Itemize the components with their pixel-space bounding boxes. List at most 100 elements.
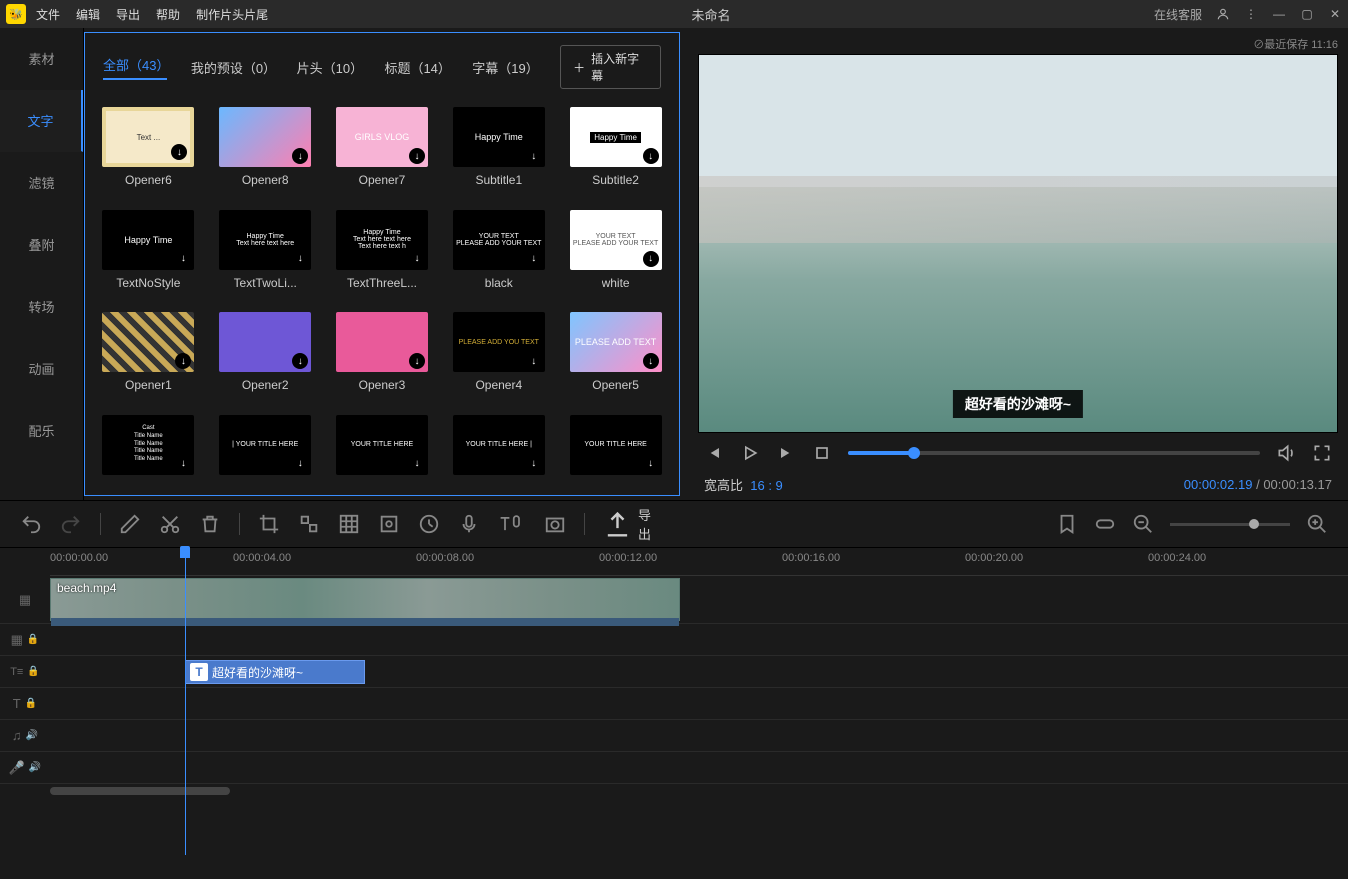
library-thumbnail[interactable]: GIRLS VLOG↓ — [336, 107, 428, 167]
mosaic-icon[interactable] — [298, 513, 320, 535]
next-frame-button[interactable] — [776, 443, 796, 463]
library-thumbnail[interactable]: Happy Time↓ — [102, 210, 194, 270]
playhead[interactable] — [185, 548, 186, 855]
library-thumbnail[interactable]: YOUR TITLE HERE |↓ — [453, 415, 545, 475]
library-thumbnail[interactable]: ↓ — [219, 312, 311, 372]
tab-all[interactable]: 全部（43） — [103, 55, 167, 80]
library-thumbnail[interactable]: ↓ — [102, 312, 194, 372]
library-thumbnail[interactable]: PLEASE ADD TEXT↓ — [570, 312, 662, 372]
stop-button[interactable] — [812, 443, 832, 463]
library-thumbnail[interactable]: Happy Time Text here text here↓ — [219, 210, 311, 270]
add-subtitle-button[interactable]: ＋插入新字幕 — [560, 45, 661, 89]
sidebar-item-overlay[interactable]: 叠附 — [0, 214, 83, 276]
prev-frame-button[interactable] — [704, 443, 724, 463]
minimize-icon[interactable]: — — [1272, 7, 1286, 21]
library-thumbnail[interactable]: PLEASE ADD YOU TEXT↓ — [453, 312, 545, 372]
download-icon[interactable]: ↓ — [643, 148, 659, 164]
export-button[interactable]: 导出 — [603, 505, 653, 543]
library-item[interactable]: ↓Opener2 — [216, 312, 315, 401]
library-item[interactable]: Cast Title Name Title Name Title Name Ti… — [99, 415, 198, 490]
menu-titles[interactable]: 制作片头片尾 — [196, 6, 268, 23]
library-thumbnail[interactable]: Happy Time↓ — [570, 107, 662, 167]
library-thumbnail[interactable]: Cast Title Name Title Name Title Name Ti… — [102, 415, 194, 475]
online-service-link[interactable]: 在线客服 — [1154, 6, 1202, 23]
zoom-in-icon[interactable] — [1306, 513, 1328, 535]
library-item[interactable]: Happy Time Text here text here Text here… — [333, 210, 432, 299]
download-icon[interactable]: ↓ — [171, 144, 187, 160]
library-item[interactable]: Happy Time Text here text here↓TextTwoLi… — [216, 210, 315, 299]
timeline-ruler[interactable]: 00:00:00.0000:00:04.0000:00:08.0000:00:1… — [50, 548, 1348, 576]
sidebar-item-transition[interactable]: 转场 — [0, 276, 83, 338]
download-icon[interactable]: ↓ — [409, 251, 425, 267]
download-icon[interactable]: ↓ — [526, 353, 542, 369]
fit-icon[interactable] — [1094, 513, 1116, 535]
library-item[interactable]: PLEASE ADD YOU TEXT↓Opener4 — [449, 312, 548, 401]
snapshot-icon[interactable] — [544, 513, 566, 535]
sidebar-item-filter[interactable]: 滤镜 — [0, 152, 83, 214]
freeze-icon[interactable] — [378, 513, 400, 535]
library-thumbnail[interactable]: YOUR TEXT PLEASE ADD YOUR TEXT↓ — [570, 210, 662, 270]
tab-openers[interactable]: 片头（10） — [297, 58, 361, 77]
sidebar-item-media[interactable]: 素材 — [0, 28, 83, 90]
library-item[interactable]: ↓Opener1 — [99, 312, 198, 401]
close-icon[interactable]: ✕ — [1328, 7, 1342, 21]
library-item[interactable]: ↓Opener3 — [333, 312, 432, 401]
menu-help[interactable]: 帮助 — [156, 6, 180, 23]
library-thumbnail[interactable]: | YOUR TITLE HERE↓ — [219, 415, 311, 475]
library-item[interactable]: ↓Opener8 — [216, 107, 315, 196]
download-icon[interactable]: ↓ — [409, 148, 425, 164]
lock-icon[interactable]: 🔒 — [27, 634, 39, 645]
library-item[interactable]: YOUR TITLE HERE↓ — [566, 415, 665, 490]
speed-icon[interactable] — [418, 513, 440, 535]
mute-icon[interactable]: 🔊 — [26, 730, 38, 741]
download-icon[interactable]: ↓ — [643, 456, 659, 472]
library-thumbnail[interactable]: YOUR TEXT PLEASE ADD YOUR TEXT↓ — [453, 210, 545, 270]
download-icon[interactable]: ↓ — [409, 353, 425, 369]
maximize-icon[interactable]: ▢ — [1300, 7, 1314, 21]
grid-icon[interactable] — [338, 513, 360, 535]
library-item[interactable]: Happy Time↓Subtitle1 — [449, 107, 548, 196]
library-item[interactable]: YOUR TITLE HERE↓ — [333, 415, 432, 490]
zoom-out-icon[interactable] — [1132, 513, 1154, 535]
download-icon[interactable]: ↓ — [175, 456, 191, 472]
menu-file[interactable]: 文件 — [36, 6, 60, 23]
download-icon[interactable]: ↓ — [175, 353, 191, 369]
download-icon[interactable]: ↓ — [292, 456, 308, 472]
library-item[interactable]: PLEASE ADD TEXT↓Opener5 — [566, 312, 665, 401]
lock-icon[interactable]: 🔒 — [27, 666, 39, 677]
video-clip[interactable]: beach.mp4 — [50, 578, 680, 621]
download-icon[interactable]: ↓ — [526, 251, 542, 267]
library-thumbnail[interactable]: ↓ — [219, 107, 311, 167]
download-icon[interactable]: ↓ — [292, 353, 308, 369]
library-item[interactable]: GIRLS VLOG↓Opener7 — [333, 107, 432, 196]
volume-icon[interactable] — [1276, 443, 1296, 463]
sidebar-item-animation[interactable]: 动画 — [0, 338, 83, 400]
aspect-value[interactable]: 16 : 9 — [750, 478, 783, 493]
download-icon[interactable]: ↓ — [526, 456, 542, 472]
download-icon[interactable]: ↓ — [292, 148, 308, 164]
library-thumbnail[interactable]: Happy Time Text here text here Text here… — [336, 210, 428, 270]
voiceover-icon[interactable] — [458, 513, 480, 535]
download-icon[interactable]: ↓ — [526, 148, 542, 164]
undo-button[interactable] — [20, 513, 42, 535]
tab-presets[interactable]: 我的预设（0） — [191, 58, 273, 77]
library-thumbnail[interactable]: ↓ — [336, 312, 428, 372]
cut-icon[interactable] — [159, 513, 181, 535]
delete-icon[interactable] — [199, 513, 221, 535]
menu-dots-icon[interactable]: ⋮ — [1244, 7, 1258, 21]
download-icon[interactable]: ↓ — [409, 456, 425, 472]
library-item[interactable]: | YOUR TITLE HERE↓ — [216, 415, 315, 490]
redo-button[interactable] — [60, 513, 82, 535]
library-item[interactable]: YOUR TITLE HERE |↓ — [449, 415, 548, 490]
tab-subtitles[interactable]: 字幕（19） — [472, 58, 536, 77]
fullscreen-icon[interactable] — [1312, 443, 1332, 463]
library-item[interactable]: Happy Time↓Subtitle2 — [566, 107, 665, 196]
library-item[interactable]: Happy Time↓TextNoStyle — [99, 210, 198, 299]
account-icon[interactable] — [1216, 7, 1230, 21]
menu-edit[interactable]: 编辑 — [76, 6, 100, 23]
library-thumbnail[interactable]: YOUR TITLE HERE↓ — [570, 415, 662, 475]
library-item[interactable]: ↓Opener6 — [99, 107, 198, 196]
marker-icon[interactable] — [1056, 513, 1078, 535]
seek-slider[interactable] — [848, 451, 1260, 455]
library-item[interactable]: YOUR TEXT PLEASE ADD YOUR TEXT↓white — [566, 210, 665, 299]
